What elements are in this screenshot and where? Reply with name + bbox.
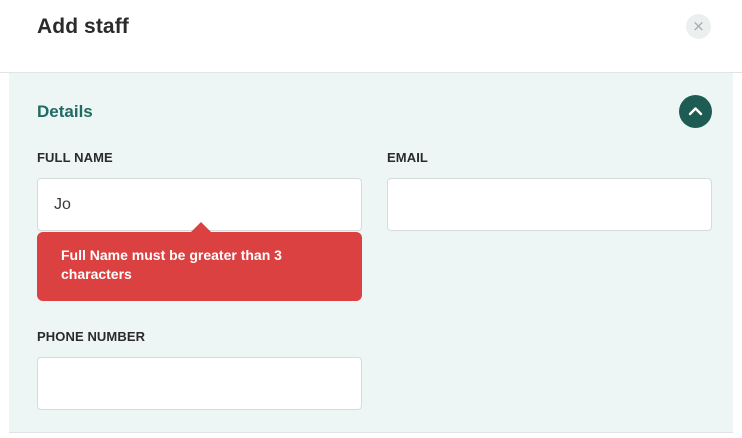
full-name-label: FULL NAME <box>37 150 113 165</box>
modal-header: Add staff × <box>0 0 742 73</box>
email-label: EMAIL <box>387 150 428 165</box>
full-name-error-tooltip: Full Name must be greater than 3 charact… <box>37 222 362 301</box>
details-section: Details FULL NAME EMAIL Full Name must b… <box>9 73 733 433</box>
email-input[interactable] <box>387 178 712 231</box>
close-button[interactable]: × <box>686 14 711 39</box>
error-message: Full Name must be greater than 3 charact… <box>61 247 282 282</box>
phone-number-label: PHONE NUMBER <box>37 329 146 344</box>
section-title: Details <box>37 102 93 121</box>
add-staff-modal: Add staff × Details FULL NAME EMAIL Full… <box>0 0 742 438</box>
collapse-section-button[interactable] <box>679 95 712 128</box>
modal-title: Add staff <box>37 15 129 38</box>
phone-number-input[interactable] <box>37 357 362 410</box>
close-icon: × <box>692 17 705 35</box>
chevron-up-icon <box>688 107 703 116</box>
